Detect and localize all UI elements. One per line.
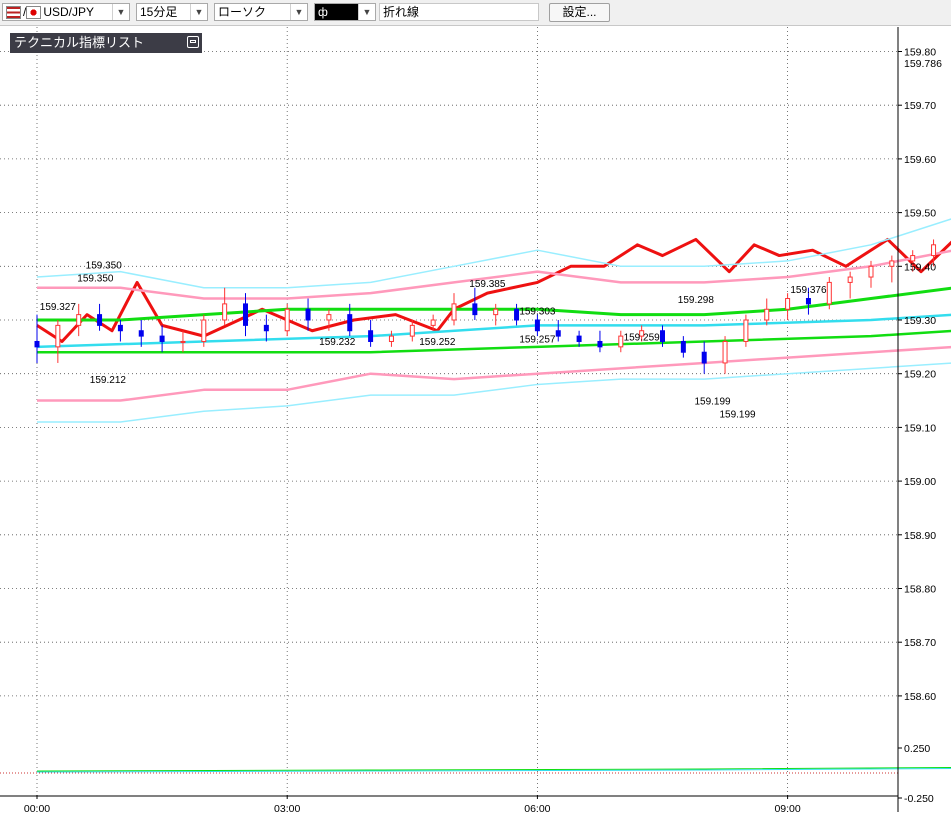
- candle-body: [868, 265, 874, 278]
- price-annotation: 159.212: [90, 375, 127, 386]
- candle-body: [76, 314, 82, 326]
- candle-body: [931, 244, 937, 257]
- candle-body: [55, 324, 61, 348]
- y-tick-label: 158.70: [904, 637, 936, 649]
- candle-body: [910, 255, 916, 262]
- x-tick-label: 00:00: [24, 803, 50, 815]
- price-annotation: 159.252: [419, 337, 456, 348]
- y-tick-label: 159.70: [904, 100, 936, 112]
- sub-tick-label: 0.250: [904, 743, 930, 755]
- price-annotation: 159.257: [519, 335, 556, 346]
- candle-body: [576, 335, 582, 342]
- candle-body: [597, 340, 603, 348]
- y-tick-label: 159.20: [904, 369, 936, 381]
- y-tick-label: 158.90: [904, 530, 936, 542]
- candle-body: [263, 324, 269, 332]
- candle-body: [514, 308, 520, 321]
- candle-body: [222, 303, 228, 321]
- candle-body: [555, 330, 561, 337]
- price-axis: 159.80 159.70 159.60 159.50 159.40 159.30 159.…: [897, 27, 942, 812]
- plot-area: [0, 27, 898, 755]
- candle-body: [618, 335, 624, 348]
- candle-body: [388, 335, 394, 342]
- candle-body: [660, 330, 665, 342]
- x-tick-label: 06:00: [524, 803, 550, 815]
- candle-body: [826, 281, 832, 305]
- candle-body: [138, 330, 144, 337]
- candle-body: [326, 314, 332, 321]
- price-annotation: 159.350: [86, 260, 123, 271]
- price-annotation: 159.303: [519, 307, 556, 318]
- candle-body: [201, 319, 207, 342]
- candle-body: [430, 319, 436, 326]
- candle-body: [889, 260, 895, 267]
- price-annotation: 159.232: [319, 337, 356, 348]
- x-tick-label: 09:00: [774, 803, 800, 815]
- candle-body: [701, 351, 707, 364]
- candle-body: [347, 314, 353, 332]
- candle-body: [159, 335, 165, 342]
- price-annotation: 159.376: [790, 285, 827, 296]
- top-price-label: 159.786: [904, 58, 942, 70]
- candle-body: [284, 308, 290, 332]
- candle-body: [534, 319, 540, 332]
- y-tick-label: 159.30: [904, 315, 936, 327]
- y-tick-label: 159.60: [904, 154, 936, 166]
- price-annotation: 159.199: [694, 396, 731, 407]
- y-tick-label: 159.10: [904, 422, 936, 434]
- candle-body: [97, 314, 103, 326]
- candle-body: [847, 276, 853, 283]
- price-annotation: 159.327: [40, 302, 77, 313]
- candle-body: [680, 340, 686, 353]
- time-axis: 00:0003:0006:0009:0012:0015:0018:0021:00…: [0, 795, 898, 815]
- price-annotation: 159.350: [77, 273, 114, 284]
- candle-body: [180, 340, 186, 343]
- candle-body: [34, 340, 40, 348]
- price-annotation: 159.298: [678, 295, 715, 306]
- price-annotation: 159.199: [719, 410, 756, 421]
- candle-body: [743, 319, 749, 342]
- candle-body: [764, 308, 770, 321]
- candle-body: [409, 324, 415, 337]
- y-tick-label: 159.00: [904, 476, 936, 488]
- x-tick-label: 03:00: [274, 803, 300, 815]
- candle-body: [243, 303, 248, 326]
- minimize-icon[interactable]: [187, 36, 199, 48]
- chart-grid: [0, 27, 898, 795]
- y-tick-label: 159.50: [904, 208, 936, 220]
- candle-body: [451, 303, 457, 321]
- candle-body: [722, 340, 728, 364]
- candle-body: [305, 308, 311, 321]
- candle-body: [805, 298, 811, 305]
- candle-body: [117, 324, 123, 332]
- y-tick-label: 159.80: [904, 47, 936, 59]
- candle-body: [368, 330, 374, 342]
- price-annotation: 159.259: [624, 332, 661, 343]
- y-tick-label: 159.40: [904, 261, 936, 273]
- sub-tick-label: -0.250: [904, 793, 934, 805]
- indicator-list-title: テクニカル指標リスト: [14, 35, 145, 50]
- price-chart[interactable]: 159.350 159.350 159.327 159.385 159.298 159.3…: [0, 0, 951, 819]
- price-annotation: 159.385: [469, 279, 506, 290]
- y-tick-label: 158.80: [904, 584, 936, 596]
- candle-body: [493, 308, 499, 316]
- candle-body: [472, 303, 478, 316]
- y-tick-label: 158.60: [904, 691, 936, 703]
- indicator-list-panel[interactable]: テクニカル指標リスト: [10, 33, 202, 53]
- candle-body: [785, 298, 791, 310]
